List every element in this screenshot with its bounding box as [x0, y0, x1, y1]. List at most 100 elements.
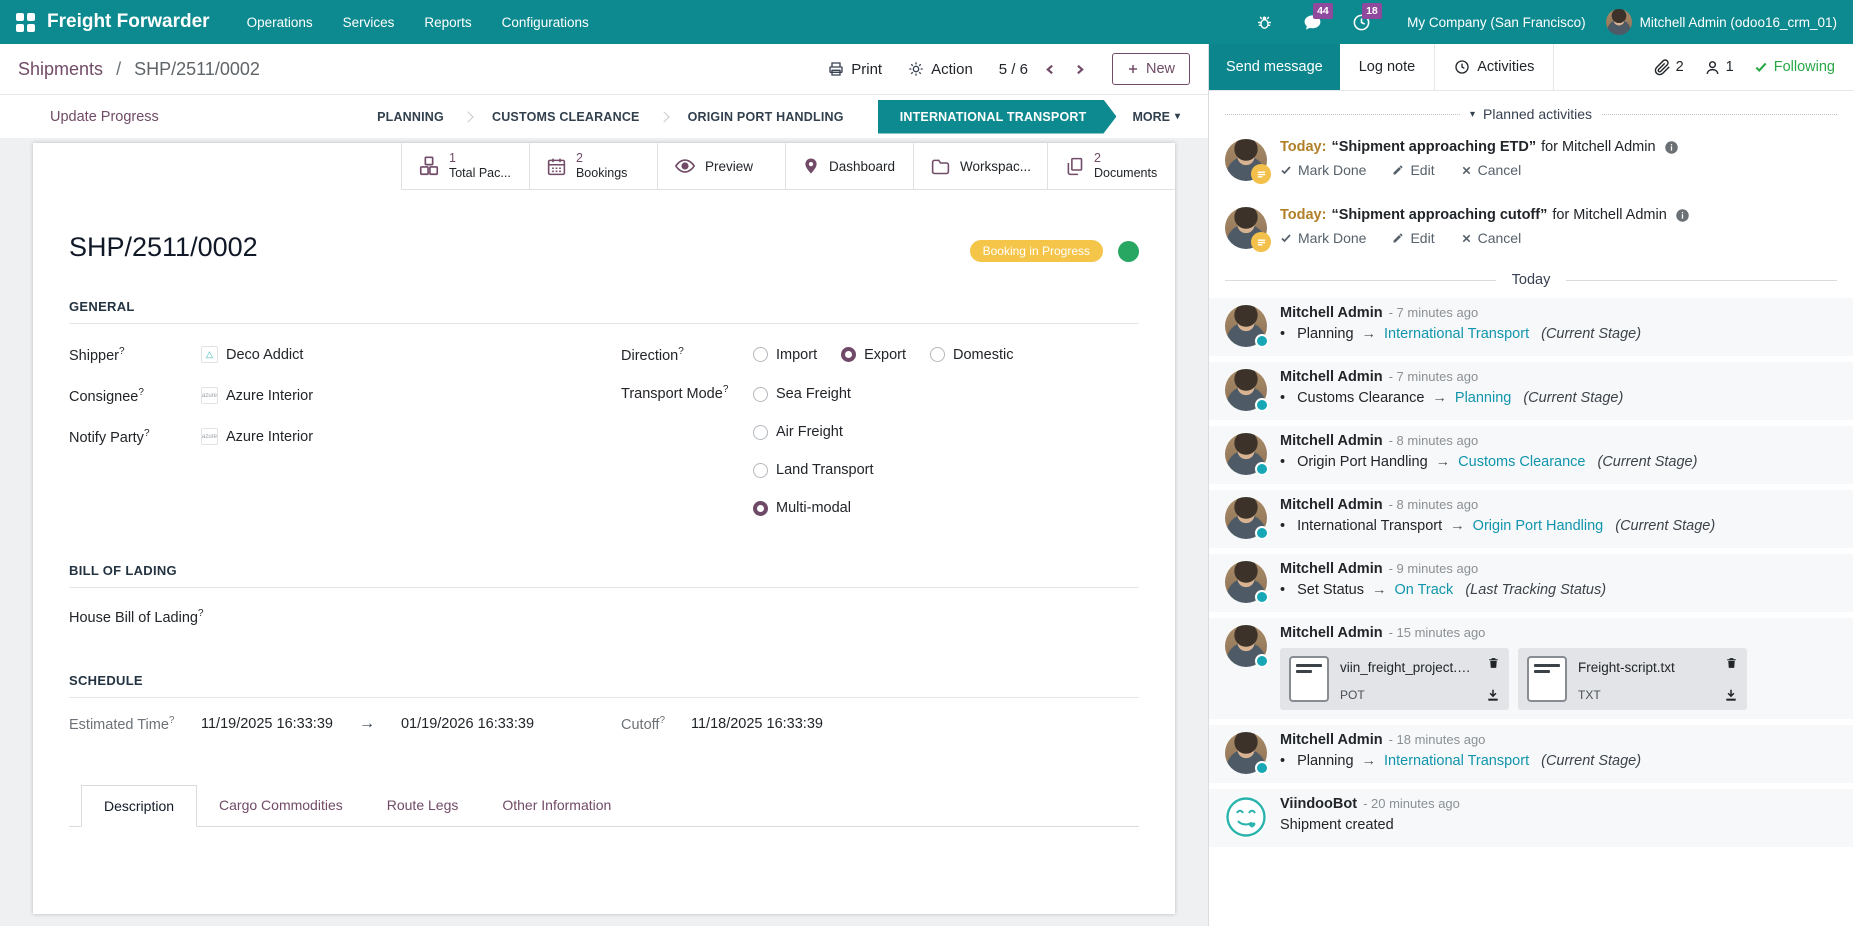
stage-link[interactable]: International Transport — [1384, 753, 1529, 769]
menu-configurations[interactable]: Configurations — [487, 15, 604, 30]
page-title: SHP/2511/0002 — [69, 232, 258, 263]
cancel-activity-button[interactable]: Cancel — [1461, 162, 1522, 178]
section-bill-of-lading: BILL OF LADING — [69, 563, 1139, 588]
menu-operations[interactable]: Operations — [232, 15, 328, 30]
cutoff-value[interactable]: 11/18/2025 16:33:39 — [691, 716, 823, 732]
activities-clock-icon[interactable]: 18 — [1342, 7, 1381, 38]
stage-planning[interactable]: PLANNING — [357, 110, 464, 124]
smart-button-documents[interactable]: 2Documents — [1047, 143, 1175, 190]
radio-land-transport[interactable]: Land Transport — [753, 451, 874, 489]
new-button[interactable]: New — [1112, 53, 1190, 85]
trash-icon[interactable] — [1487, 656, 1500, 680]
shipper-value[interactable]: △ Deco Addict — [201, 346, 303, 363]
download-icon[interactable] — [1486, 688, 1500, 702]
tab-cargo-commodities[interactable]: Cargo Commodities — [197, 785, 365, 827]
pencil-icon — [1392, 164, 1404, 176]
radio-export[interactable]: Export — [841, 347, 906, 363]
message: Mitchell Admin- 8 minutes ago •Internati… — [1209, 490, 1853, 548]
trash-icon[interactable] — [1725, 656, 1738, 680]
status-link[interactable]: On Track — [1394, 582, 1453, 598]
radio-domestic[interactable]: Domestic — [930, 347, 1013, 363]
consignee-value[interactable]: azure Azure Interior — [201, 387, 313, 404]
field-transport-mode: Transport Mode? Sea Freight Air Freight … — [621, 375, 1139, 527]
avatar — [1225, 561, 1267, 603]
form-sheet: 1Total Pac... 2Bookings Preview Dashboar… — [33, 143, 1175, 914]
edit-activity-button[interactable]: Edit — [1392, 162, 1434, 178]
mark-done-button[interactable]: Mark Done — [1280, 230, 1366, 246]
cancel-activity-button[interactable]: Cancel — [1461, 230, 1522, 246]
stage-link[interactable]: Origin Port Handling — [1473, 518, 1604, 534]
partner-logo: azure — [201, 428, 218, 445]
stage-link[interactable]: International Transport — [1384, 326, 1529, 342]
date-separator: Today — [1209, 256, 1853, 298]
apps-menu-icon[interactable] — [16, 13, 35, 32]
pager-next-icon[interactable] — [1073, 63, 1086, 76]
messages-icon[interactable]: 44 — [1293, 7, 1332, 38]
planned-activities-toggle[interactable]: ▾ Planned activities — [1470, 106, 1592, 122]
user-menu[interactable]: Mitchell Admin (odoo16_crm_01) — [1606, 9, 1837, 35]
radio-air-freight[interactable]: Air Freight — [753, 413, 874, 451]
company-switcher[interactable]: My Company (San Francisco) — [1407, 15, 1586, 30]
activity-type-icon — [1251, 164, 1271, 184]
stage-link[interactable]: Planning — [1455, 390, 1511, 406]
stage-link[interactable]: Customs Clearance — [1458, 454, 1585, 470]
radio-multi-modal[interactable]: Multi-modal — [753, 489, 874, 527]
followers-counter[interactable]: 1 — [1704, 59, 1734, 76]
tab-other-information[interactable]: Other Information — [480, 785, 633, 827]
app-name[interactable]: Freight Forwarder — [47, 11, 210, 33]
info-icon[interactable] — [1675, 208, 1690, 223]
menu-reports[interactable]: Reports — [409, 15, 486, 30]
notebook: Description Cargo Commodities Route Legs… — [69, 784, 1139, 926]
radio-import[interactable]: Import — [753, 347, 817, 363]
online-dot — [1255, 761, 1269, 775]
stage-more-dropdown[interactable]: MORE ▾ — [1116, 110, 1196, 124]
field-estimated-time: Estimated Time? 11/19/2025 16:33:39 → 01… — [69, 715, 621, 733]
action-button[interactable]: Action — [908, 61, 973, 78]
estimated-to-value[interactable]: 01/19/2026 16:33:39 — [401, 716, 534, 732]
eye-icon — [674, 155, 696, 177]
documents-icon — [1064, 156, 1085, 177]
smart-button-bookings[interactable]: 2Bookings — [529, 143, 657, 190]
kanban-state-dot[interactable] — [1118, 241, 1139, 262]
section-general: GENERAL — [69, 299, 1139, 324]
attachment-card[interactable]: Freight-script.txt TXT — [1518, 648, 1747, 710]
smart-button-total-packages[interactable]: 1Total Pac... — [401, 143, 529, 190]
debug-bug-icon[interactable] — [1246, 8, 1283, 37]
info-icon[interactable] — [1664, 140, 1679, 155]
estimated-from-value[interactable]: 11/19/2025 16:33:39 — [201, 716, 333, 732]
tab-content-description[interactable] — [69, 827, 1139, 926]
menu-services[interactable]: Services — [328, 15, 410, 30]
notify-party-value[interactable]: azure Azure Interior — [201, 428, 313, 445]
stage-international-transport-active[interactable]: INTERNATIONAL TRANSPORT — [878, 100, 1117, 134]
message: Mitchell Admin- 7 minutes ago •Planning→… — [1209, 298, 1853, 356]
stage-customs-clearance[interactable]: CUSTOMS CLEARANCE — [472, 110, 660, 124]
arrow-right-icon: → — [1372, 582, 1387, 598]
smart-button-dashboard[interactable]: Dashboard — [785, 143, 913, 190]
messages-badge: 44 — [1313, 3, 1333, 20]
field-consignee: Consignee? azure Azure Interior — [69, 375, 621, 416]
attachment-card[interactable]: viin_freight_project.pot POT — [1280, 648, 1509, 710]
tab-description[interactable]: Description — [81, 785, 197, 827]
smart-button-preview[interactable]: Preview — [657, 143, 785, 190]
section-schedule: SCHEDULE — [69, 673, 1139, 698]
mark-done-button[interactable]: Mark Done — [1280, 162, 1366, 178]
radio-sea-freight[interactable]: Sea Freight — [753, 375, 874, 413]
download-icon[interactable] — [1724, 688, 1738, 702]
file-icon — [1289, 656, 1329, 702]
update-progress-button[interactable]: Update Progress — [50, 109, 159, 125]
stage-origin-port-handling[interactable]: ORIGIN PORT HANDLING — [668, 110, 864, 124]
print-button[interactable]: Print — [828, 61, 882, 78]
attachments-counter[interactable]: 2 — [1654, 59, 1684, 76]
chatter-feed[interactable]: ▾ Planned activities Today: “Shipment ap… — [1209, 91, 1853, 926]
partner-logo: △ — [201, 346, 218, 363]
breadcrumb-shipments[interactable]: Shipments — [18, 59, 103, 79]
pager-previous-icon[interactable] — [1044, 63, 1057, 76]
following-button[interactable]: Following — [1754, 59, 1835, 75]
log-note-button[interactable]: Log note — [1340, 44, 1434, 90]
smart-button-workspace[interactable]: Workspac... — [913, 143, 1047, 190]
send-message-button[interactable]: Send message — [1209, 44, 1340, 90]
tab-route-legs[interactable]: Route Legs — [365, 785, 481, 827]
field-cutoff: Cutoff? 11/18/2025 16:33:39 — [621, 715, 1139, 733]
edit-activity-button[interactable]: Edit — [1392, 230, 1434, 246]
activities-button[interactable]: Activities — [1435, 44, 1553, 90]
